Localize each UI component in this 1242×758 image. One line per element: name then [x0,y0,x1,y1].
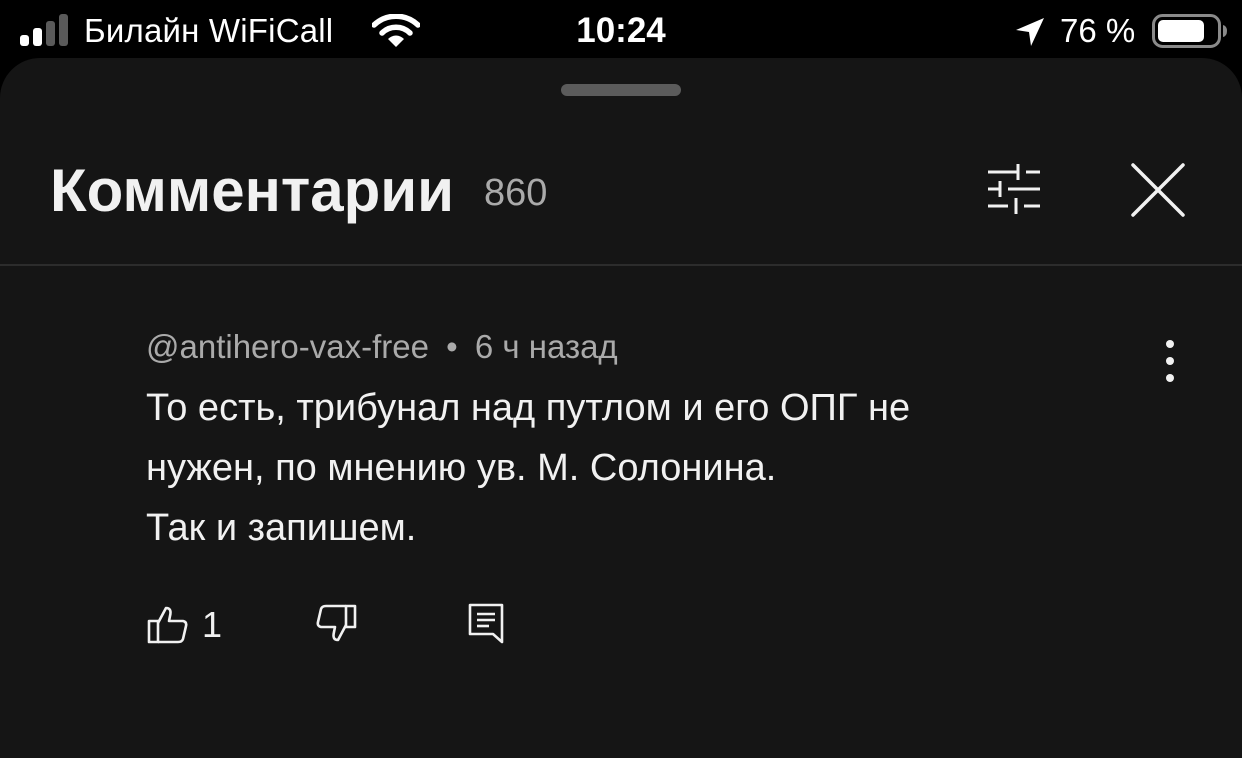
close-icon[interactable] [1128,160,1188,220]
comment-author[interactable]: @antihero-vax-free [146,328,429,365]
thumbs-down-icon[interactable] [314,602,358,646]
comments-sheet: Комментарии 860 @antihero-vax-free • 6 ч… [0,58,1242,758]
thumbs-up-icon[interactable] [146,602,190,646]
location-arrow-icon [1016,18,1044,46]
comment-line: нужен, по мнению ув. М. Солонина. [146,447,777,489]
clock: 10:24 [576,11,666,50]
drag-handle[interactable] [561,84,681,96]
comment-time: 6 ч назад [474,328,618,365]
comment-line: То есть, трибунал над путлом и его ОПГ н… [146,387,911,429]
battery-icon [1152,14,1227,48]
comment-meta: @antihero-vax-free • 6 ч назад [146,328,618,366]
comments-count: 860 [484,172,548,214]
comments-title: Комментарии [50,157,455,224]
header-divider [0,264,1242,266]
filter-icon[interactable] [982,160,1046,218]
comment-text: То есть, трибунал над путлом и его ОПГ н… [146,378,1106,558]
more-vertical-icon[interactable] [1150,338,1190,384]
like-count: 1 [202,604,223,645]
battery-percent: 76 % [1060,12,1136,49]
meta-separator: • [446,328,458,365]
reply-icon[interactable] [466,602,506,646]
comment-line: Так и запишем. [146,507,417,549]
status-bar: Билайн WiFiCall 10:24 76 % [0,0,1242,62]
